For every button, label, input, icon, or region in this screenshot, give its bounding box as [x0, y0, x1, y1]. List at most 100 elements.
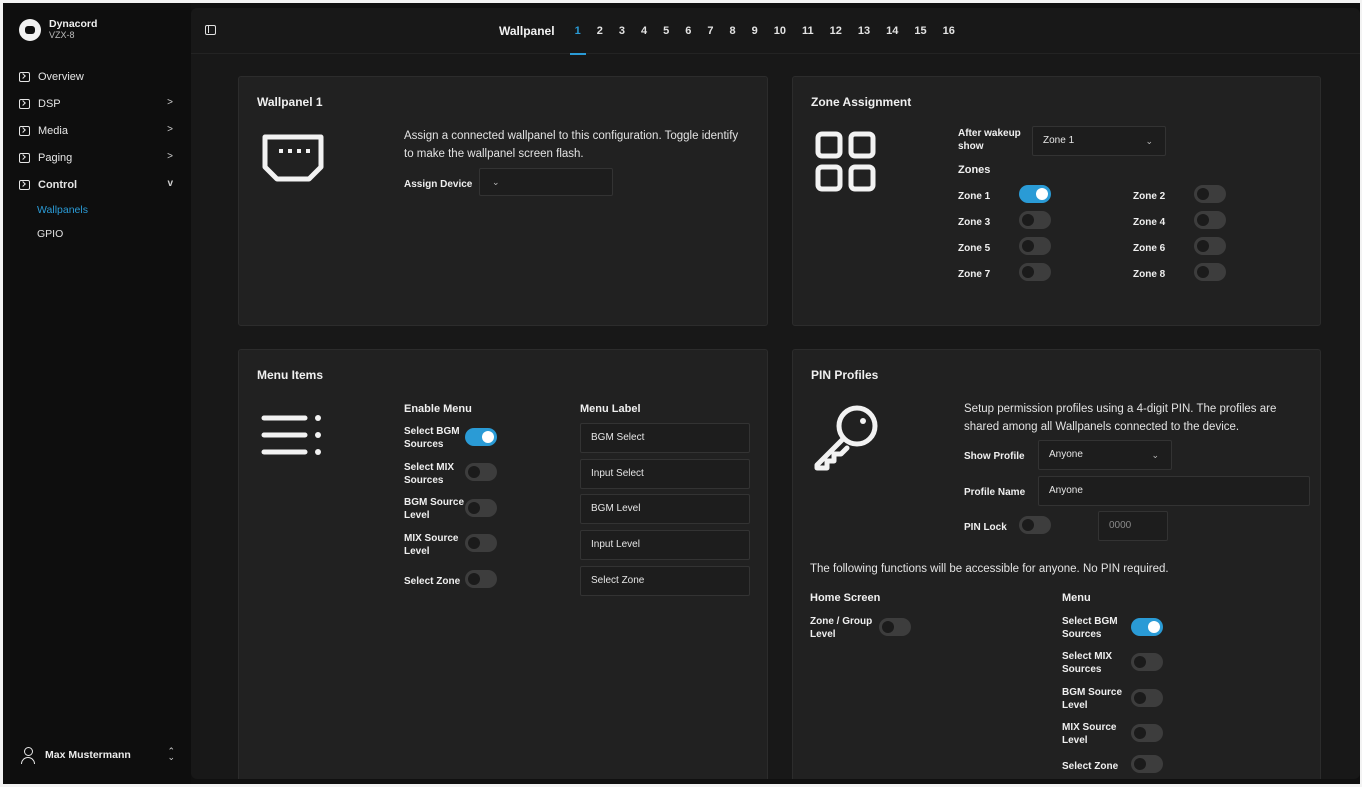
sidebar-item-label: Overview: [38, 70, 84, 83]
main-content: Wallpanel 1 2 3 4 5 6 7 8 9 10 11 12 13 …: [191, 8, 1360, 779]
tab-5[interactable]: 5: [663, 8, 669, 54]
chevron-right-icon: >: [167, 124, 173, 135]
chevron-right-icon: >: [167, 97, 173, 108]
sidebar-toggle-icon[interactable]: [205, 25, 216, 35]
tab-8[interactable]: 8: [729, 8, 735, 54]
menu-mix-sources-toggle[interactable]: [465, 463, 497, 481]
zone-5-toggle[interactable]: [1019, 237, 1051, 255]
zone-assignment-title: Zone Assignment: [811, 95, 912, 109]
tab-15[interactable]: 15: [914, 8, 926, 54]
top-bar: Wallpanel 1 2 3 4 5 6 7 8 9 10 11 12 13 …: [191, 8, 1360, 55]
sidebar-item-media[interactable]: Media >: [3, 117, 191, 144]
zone-label: Zone 3: [958, 217, 991, 228]
menu-label-input[interactable]: Input Level: [580, 530, 750, 560]
pin-menu-bgm-sources-toggle[interactable]: [1131, 618, 1163, 636]
zone-label: Zone 1: [958, 191, 991, 202]
zone-label: Zone 2: [1133, 191, 1166, 202]
pin-menu-select-zone-toggle[interactable]: [1131, 755, 1163, 773]
sidebar-subitem-gpio[interactable]: GPIO: [3, 222, 191, 246]
tab-16[interactable]: 16: [943, 8, 955, 54]
user-name: Max Mustermann: [45, 749, 131, 761]
menu-label-input[interactable]: BGM Select: [580, 423, 750, 453]
terminal-icon: [19, 98, 30, 109]
menu-label-input[interactable]: BGM Level: [580, 494, 750, 524]
chevron-down-icon: ⌄: [492, 177, 500, 187]
zone-4-toggle[interactable]: [1194, 211, 1226, 229]
tab-10[interactable]: 10: [774, 8, 786, 54]
user-menu[interactable]: Max Mustermann ⌃ ⌄: [21, 747, 181, 764]
tab-7[interactable]: 7: [707, 8, 713, 54]
sidebar-item-overview[interactable]: Overview: [3, 63, 191, 90]
chevron-down-icon: ⌄: [1145, 136, 1153, 146]
menu-label-input[interactable]: Select Zone: [580, 566, 750, 596]
zone-3-toggle[interactable]: [1019, 211, 1051, 229]
sidebar-item-control[interactable]: Control v: [3, 171, 191, 198]
zone-1-toggle[interactable]: [1019, 185, 1051, 203]
wallpanel-tabs: Wallpanel 1 2 3 4 5 6 7 8 9 10 11 12 13 …: [499, 8, 963, 55]
menu-list-icon: [261, 410, 325, 463]
tab-9[interactable]: 9: [752, 8, 758, 54]
pin-menu-bgm-level-toggle[interactable]: [1131, 689, 1163, 707]
zone-label: Zone 4: [1133, 217, 1166, 228]
terminal-icon: [19, 125, 30, 136]
pin-notice: The following functions will be accessib…: [810, 563, 1169, 575]
ethernet-port-icon: [259, 131, 327, 192]
pin-input[interactable]: 0000: [1098, 511, 1168, 541]
tab-14[interactable]: 14: [886, 8, 898, 54]
brand: Dynacord VZX-8: [19, 19, 97, 41]
home-screen-heading: Home Screen: [810, 592, 881, 604]
pin-menu-item-label: Select MIX Sources: [1062, 651, 1113, 675]
pin-menu-mix-level-toggle[interactable]: [1131, 724, 1163, 742]
zone-8-toggle[interactable]: [1194, 263, 1226, 281]
assign-device-select[interactable]: ⌄: [479, 168, 613, 196]
menu-label-input[interactable]: Input Select: [580, 459, 750, 489]
tab-4[interactable]: 4: [641, 8, 647, 54]
tab-1[interactable]: 1: [569, 8, 586, 55]
tab-11[interactable]: 11: [802, 8, 814, 54]
zone-label: Zone 5: [958, 243, 991, 254]
pin-lock-label: PIN Lock: [964, 522, 1007, 533]
user-icon: [21, 747, 35, 764]
menu-select-zone-toggle[interactable]: [465, 570, 497, 588]
show-profile-select[interactable]: Anyone ⌄: [1038, 440, 1172, 470]
chevron-down-icon: ⌄: [1151, 450, 1159, 460]
profile-name-input[interactable]: Anyone: [1038, 476, 1310, 506]
after-wakeup-select[interactable]: Zone 1 ⌄: [1032, 126, 1166, 156]
wallpanel-description: Assign a connected wallpanel to this con…: [404, 130, 739, 160]
sidebar-item-dsp[interactable]: DSP >: [3, 90, 191, 117]
pin-menu-mix-sources-toggle[interactable]: [1131, 653, 1163, 671]
zone-6-toggle[interactable]: [1194, 237, 1226, 255]
tab-6[interactable]: 6: [685, 8, 691, 54]
menu-bgm-sources-toggle[interactable]: [465, 428, 497, 446]
after-wakeup-value: Zone 1: [1043, 135, 1075, 146]
sidebar-item-label: DSP: [38, 97, 61, 110]
tab-3[interactable]: 3: [619, 8, 625, 54]
tab-13[interactable]: 13: [858, 8, 870, 54]
pin-profiles-title: PIN Profiles: [811, 368, 879, 382]
pin-menu-item-label: Select Zone: [1062, 761, 1119, 772]
tabs-title: Wallpanel: [499, 24, 555, 38]
zone-2-toggle[interactable]: [1194, 185, 1226, 203]
zone-7-toggle[interactable]: [1019, 263, 1051, 281]
pin-profiles-card: PIN Profiles Setup permission profiles u…: [792, 349, 1321, 779]
menu-item-label: MIX Source Level: [404, 533, 459, 557]
device-model: VZX-8: [49, 30, 75, 40]
tab-12[interactable]: 12: [830, 8, 842, 54]
assign-device-label: Assign Device: [404, 179, 473, 190]
menu-items-title: Menu Items: [257, 368, 324, 382]
pin-menu-item-label: BGM Source Level: [1062, 687, 1123, 711]
sidebar-item-label: Media: [38, 124, 68, 137]
tab-2[interactable]: 2: [597, 8, 603, 54]
menu-mix-level-toggle[interactable]: [465, 534, 497, 552]
sidebar-item-paging[interactable]: Paging >: [3, 144, 191, 171]
chevron-right-icon: >: [167, 151, 173, 162]
zone-assignment-card: Zone Assignment After wakeup show Zone 1…: [792, 76, 1321, 326]
home-zone-group-level-toggle[interactable]: [879, 618, 911, 636]
zone-label: Zone 6: [1133, 243, 1166, 254]
sidebar-subitem-wallpanels[interactable]: Wallpanels: [3, 198, 191, 222]
menu-bgm-level-toggle[interactable]: [465, 499, 497, 517]
terminal-icon: [19, 179, 30, 190]
wallpanel-title: Wallpanel 1: [257, 95, 323, 109]
pin-lock-toggle[interactable]: [1019, 516, 1051, 534]
menu-heading: Menu: [1062, 592, 1091, 604]
